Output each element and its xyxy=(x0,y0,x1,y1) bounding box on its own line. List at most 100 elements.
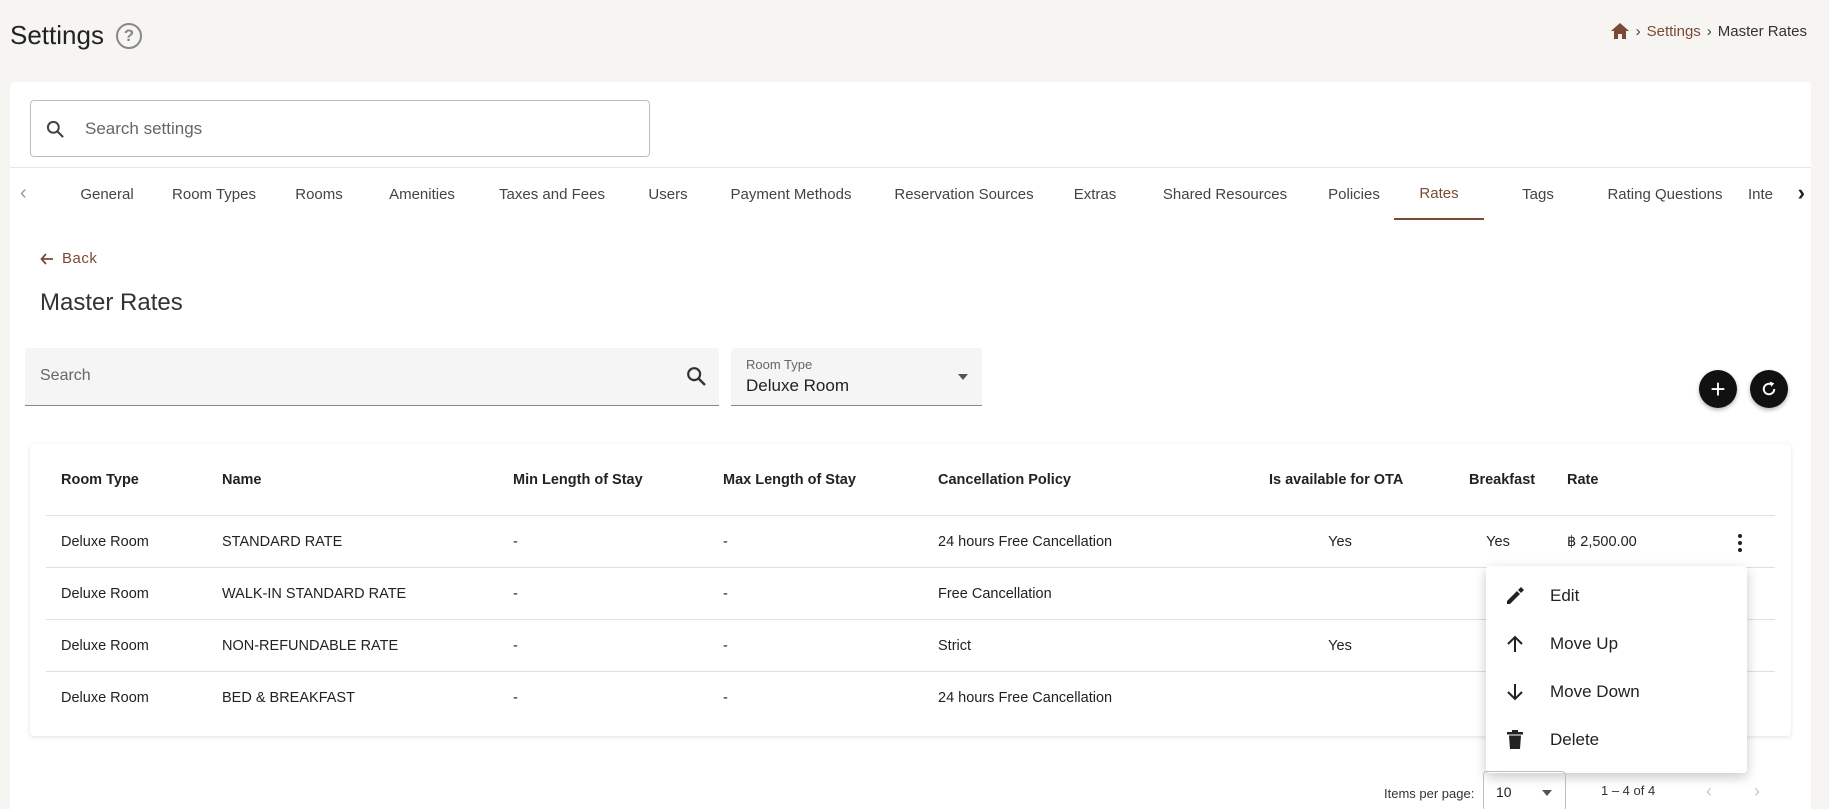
tab-reservation-sources[interactable]: Reservation Sources xyxy=(881,168,1047,220)
cell-breakfast: Yes xyxy=(1486,533,1510,550)
search-icon xyxy=(46,120,64,138)
arrow-left-icon xyxy=(40,252,53,265)
refresh-icon xyxy=(1762,381,1776,396)
items-per-page-select[interactable]: 10 xyxy=(1483,771,1566,809)
tab-rating-questions[interactable]: Rating Questions xyxy=(1590,168,1740,220)
tab-extras[interactable]: Extras xyxy=(1063,168,1127,220)
tab-rooms[interactable]: Rooms xyxy=(282,168,356,220)
menu-item-move-up[interactable]: Move Up xyxy=(1486,620,1747,668)
tab-tags[interactable]: Tags xyxy=(1500,168,1576,220)
tab-rates[interactable]: Rates xyxy=(1394,168,1484,220)
cell-name: WALK-IN STANDARD RATE xyxy=(222,585,407,602)
cell-min-stay: - xyxy=(513,690,518,706)
table-row[interactable]: Deluxe Room STANDARD RATE - - 24 hours F… xyxy=(46,516,1775,568)
chevron-right-icon: › xyxy=(1706,22,1712,40)
cell-name: STANDARD RATE xyxy=(222,533,343,550)
settings-search-input[interactable] xyxy=(85,118,605,139)
cell-room-type: Deluxe Room xyxy=(61,585,149,602)
next-page-icon[interactable]: › xyxy=(1754,781,1760,802)
caret-down-icon xyxy=(1542,790,1552,796)
col-ota[interactable]: Is available for OTA xyxy=(1269,444,1403,515)
page-header: Settings ? xyxy=(10,20,142,51)
settings-search[interactable] xyxy=(30,100,650,157)
arrow-down-icon xyxy=(1502,682,1528,702)
previous-page-icon[interactable]: ‹ xyxy=(1706,781,1712,802)
tab-integrations[interactable]: Inte xyxy=(1748,168,1788,220)
tab-users[interactable]: Users xyxy=(634,168,702,220)
cell-max-stay: - xyxy=(723,637,728,654)
col-cancellation[interactable]: Cancellation Policy xyxy=(938,444,1071,515)
cell-ota xyxy=(1310,568,1370,619)
items-per-page-label: Items per page: xyxy=(1384,786,1475,801)
cell-max-stay: - xyxy=(723,690,728,706)
breadcrumb-current: Master Rates xyxy=(1717,22,1807,40)
help-circle-icon[interactable]: ? xyxy=(115,22,142,49)
table-header-row: Room Type Name Min Length of Stay Max Le… xyxy=(46,444,1775,516)
row-action-menu: Edit Move Up Move Down Delete xyxy=(1486,566,1747,773)
more-vert-icon[interactable] xyxy=(1738,534,1742,552)
cell-min-stay: - xyxy=(513,637,518,654)
cell-max-stay: - xyxy=(723,585,728,602)
add-rate-button[interactable]: + xyxy=(1699,370,1737,408)
cell-cancellation: 24 hours Free Cancellation xyxy=(938,533,1113,550)
menu-item-label: Delete xyxy=(1550,730,1600,749)
cell-name: NON-REFUNDABLE RATE xyxy=(222,637,399,654)
home-icon[interactable] xyxy=(1610,22,1630,40)
menu-item-move-down[interactable]: Move Down xyxy=(1486,668,1747,716)
tab-general[interactable]: General xyxy=(64,168,150,220)
cell-ota: Yes xyxy=(1328,637,1352,654)
cell-name: BED & BREAKFAST xyxy=(222,690,355,706)
col-min-stay[interactable]: Min Length of Stay xyxy=(513,444,643,515)
rates-search-placeholder: Search xyxy=(40,367,91,384)
col-rate[interactable]: Rate xyxy=(1567,444,1598,515)
settings-tabs: ‹ General Room Types Rooms Amenities Tax… xyxy=(10,167,1811,220)
rates-search-field[interactable]: Search xyxy=(25,348,719,406)
room-type-label: Room Type xyxy=(746,357,813,372)
menu-item-label: Move Up xyxy=(1550,634,1619,653)
cell-rate: ฿ 2,500.00 xyxy=(1567,533,1637,550)
col-room-type[interactable]: Room Type xyxy=(61,444,139,515)
tab-room-types[interactable]: Room Types xyxy=(160,168,268,220)
menu-item-label: Move Down xyxy=(1550,682,1640,701)
arrow-up-icon xyxy=(1502,634,1528,654)
page-title: Settings xyxy=(10,20,104,50)
back-label: Back xyxy=(62,250,98,267)
plus-icon: + xyxy=(1710,373,1726,404)
tab-policies[interactable]: Policies xyxy=(1314,168,1394,220)
col-breakfast[interactable]: Breakfast xyxy=(1469,444,1535,515)
tab-payment-methods[interactable]: Payment Methods xyxy=(718,168,864,220)
chevron-left-icon[interactable]: ‹ xyxy=(20,182,27,205)
menu-item-label: Edit xyxy=(1550,586,1580,605)
breadcrumb: › Settings › Master Rates xyxy=(1610,22,1807,40)
tab-shared-resources[interactable]: Shared Resources xyxy=(1150,168,1300,220)
back-button[interactable]: Back xyxy=(40,250,97,267)
menu-item-edit[interactable]: Edit xyxy=(1486,572,1747,620)
cell-min-stay: - xyxy=(513,585,518,602)
pencil-icon xyxy=(1502,586,1528,606)
cell-room-type: Deluxe Room xyxy=(61,690,149,706)
chevron-right-icon[interactable]: › xyxy=(1798,180,1805,206)
cell-min-stay: - xyxy=(513,533,518,550)
chevron-right-icon: › xyxy=(1635,22,1641,40)
col-name[interactable]: Name xyxy=(222,444,262,515)
cell-room-type: Deluxe Room xyxy=(61,533,149,550)
tab-amenities[interactable]: Amenities xyxy=(374,168,470,220)
trash-icon xyxy=(1502,730,1528,750)
cell-cancellation: Free Cancellation xyxy=(938,585,1052,602)
page-range: 1 – 4 of 4 xyxy=(1601,783,1656,798)
cell-cancellation: Strict xyxy=(938,637,972,654)
cell-ota: Yes xyxy=(1328,533,1352,550)
cell-room-type: Deluxe Room xyxy=(61,637,149,654)
cell-max-stay: - xyxy=(723,533,728,550)
caret-down-icon xyxy=(958,374,968,380)
room-type-select[interactable]: Room Type Deluxe Room xyxy=(731,348,982,406)
search-icon[interactable] xyxy=(685,365,707,387)
section-title: Master Rates xyxy=(40,289,183,316)
items-per-page-value: 10 xyxy=(1496,784,1512,800)
menu-item-delete[interactable]: Delete xyxy=(1486,716,1747,764)
col-max-stay[interactable]: Max Length of Stay xyxy=(723,444,856,515)
tab-taxes-and-fees[interactable]: Taxes and Fees xyxy=(488,168,616,220)
room-type-value: Deluxe Room xyxy=(746,376,849,395)
refresh-button[interactable] xyxy=(1750,370,1788,408)
breadcrumb-settings[interactable]: Settings xyxy=(1647,23,1701,40)
